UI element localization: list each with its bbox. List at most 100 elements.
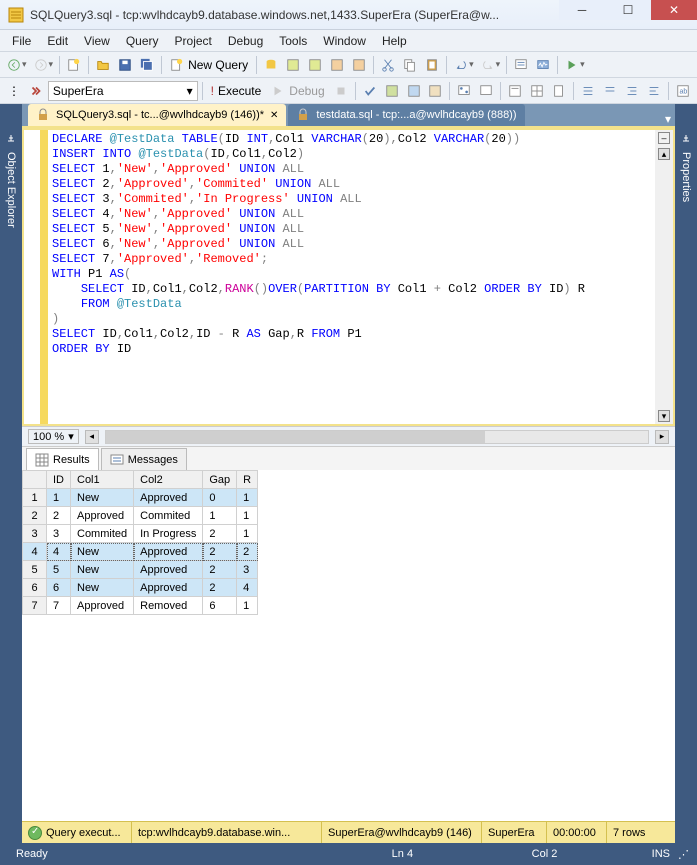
close-button[interactable]: ✕ xyxy=(651,0,697,20)
nav-back-button[interactable] xyxy=(4,55,24,75)
indent-button[interactable] xyxy=(622,81,642,101)
object-explorer-panel[interactable]: Object Explorer xyxy=(0,104,22,843)
pin-icon xyxy=(5,134,17,146)
save-button[interactable] xyxy=(115,55,135,75)
success-icon xyxy=(28,826,42,840)
change-connection-button[interactable] xyxy=(26,81,46,101)
debug-button[interactable]: Debug xyxy=(267,81,328,101)
horizontal-scrollbar[interactable] xyxy=(105,430,649,444)
menu-view[interactable]: View xyxy=(76,32,118,50)
start-button[interactable] xyxy=(562,55,582,75)
svg-text:ab: ab xyxy=(679,88,687,95)
tab-overflow-button[interactable]: ▾ xyxy=(665,112,671,126)
results-text-button[interactable] xyxy=(505,81,525,101)
tab-testdata[interactable]: testdata.sql - tcp:...a@wvlhdcayb9 (888)… xyxy=(288,104,524,126)
as-query-button[interactable] xyxy=(283,55,303,75)
redo-button[interactable] xyxy=(478,55,498,75)
column-header[interactable]: R xyxy=(237,471,258,489)
undo-button[interactable] xyxy=(451,55,471,75)
grid-icon xyxy=(35,453,49,467)
column-header[interactable]: Col2 xyxy=(134,471,203,489)
include-stats-button[interactable] xyxy=(476,81,496,101)
mdx-query-button[interactable] xyxy=(305,55,325,75)
activity-monitor-button[interactable] xyxy=(533,55,553,75)
column-header[interactable]: Col1 xyxy=(71,471,134,489)
menu-edit[interactable]: Edit xyxy=(39,32,76,50)
uncomment-button[interactable] xyxy=(600,81,620,101)
table-row[interactable]: 66NewApproved24 xyxy=(23,579,258,597)
status-server: tcp:wvlhdcayb9.database.win... xyxy=(132,822,322,843)
menu-debug[interactable]: Debug xyxy=(220,32,271,50)
results-grid-button[interactable] xyxy=(527,81,547,101)
dropdown-icon[interactable]: ▾ xyxy=(49,59,56,70)
db-engine-query-button[interactable] xyxy=(261,55,281,75)
cut-button[interactable] xyxy=(378,55,398,75)
table-row[interactable]: 44NewApproved22 xyxy=(23,543,258,561)
grip-icon: ⋮ xyxy=(4,81,24,101)
specify-template-button[interactable]: ab xyxy=(673,81,693,101)
table-row[interactable]: 11NewApproved01 xyxy=(23,489,258,507)
table-row[interactable]: 33CommitedIn Progress21 xyxy=(23,525,258,543)
table-row[interactable]: 77ApprovedRemoved61 xyxy=(23,597,258,615)
execute-button[interactable]: !Execute xyxy=(207,81,266,101)
copy-button[interactable] xyxy=(400,55,420,75)
sql-editor-toolbar: ⋮ SuperEra▾ !Execute Debug ab xyxy=(0,78,697,104)
column-header[interactable]: Gap xyxy=(203,471,237,489)
comment-button[interactable] xyxy=(578,81,598,101)
new-project-button[interactable] xyxy=(64,55,84,75)
paste-button[interactable] xyxy=(422,55,442,75)
status-line: Ln 4 xyxy=(384,848,524,860)
scroll-down-icon[interactable]: ▾ xyxy=(658,410,670,422)
cancel-query-button[interactable] xyxy=(331,81,351,101)
xmla-query-button[interactable] xyxy=(349,55,369,75)
dmx-query-button[interactable] xyxy=(327,55,347,75)
menu-window[interactable]: Window xyxy=(315,32,374,50)
new-query-button[interactable]: New Query xyxy=(166,55,252,75)
query-status-bar: Query execut... tcp:wvlhdcayb9.database.… xyxy=(22,821,675,843)
tab-results[interactable]: Results xyxy=(26,448,99,470)
dropdown-icon[interactable]: ▾ xyxy=(496,59,503,70)
dropdown-icon[interactable]: ▾ xyxy=(22,59,29,70)
menu-query[interactable]: Query xyxy=(118,32,167,50)
menu-help[interactable]: Help xyxy=(374,32,415,50)
dropdown-icon[interactable]: ▾ xyxy=(469,59,476,70)
scroll-up-icon[interactable]: ▴ xyxy=(658,148,670,160)
intellisense-button[interactable] xyxy=(425,81,445,101)
outdent-button[interactable] xyxy=(644,81,664,101)
estimated-plan-button[interactable] xyxy=(382,81,402,101)
editor-text-area[interactable]: DECLARE @TestData TABLE(ID INT,Col1 VARC… xyxy=(48,130,655,424)
resize-grip-icon[interactable]: ⋰ xyxy=(678,848,689,861)
save-all-button[interactable] xyxy=(137,55,157,75)
results-grid[interactable]: IDCol1Col2GapR11NewApproved0122ApprovedC… xyxy=(22,470,675,821)
dropdown-icon[interactable]: ▾ xyxy=(580,59,587,70)
parse-button[interactable] xyxy=(360,81,380,101)
scroll-right-icon[interactable]: ▸ xyxy=(655,430,669,444)
close-icon[interactable]: ✕ xyxy=(270,110,278,121)
column-header[interactable] xyxy=(23,471,47,489)
menu-file[interactable]: File xyxy=(4,32,39,50)
include-plan-button[interactable] xyxy=(454,81,474,101)
properties-panel[interactable]: Properties xyxy=(675,104,697,843)
find-button[interactable] xyxy=(511,55,531,75)
menu-tools[interactable]: Tools xyxy=(271,32,315,50)
scroll-left-icon[interactable]: ◂ xyxy=(85,430,99,444)
maximize-button[interactable]: ☐ xyxy=(605,0,651,20)
open-button[interactable] xyxy=(93,55,113,75)
table-row[interactable]: 22ApprovedCommited11 xyxy=(23,507,258,525)
menu-project[interactable]: Project xyxy=(167,32,220,50)
split-icon[interactable]: – xyxy=(658,132,670,144)
messages-icon xyxy=(110,453,124,467)
minimize-button[interactable]: ─ xyxy=(559,0,605,20)
results-file-button[interactable] xyxy=(549,81,569,101)
column-header[interactable]: ID xyxy=(47,471,71,489)
database-combo[interactable]: SuperEra▾ xyxy=(48,81,198,101)
vertical-scrollbar[interactable]: – ▴ ▾ xyxy=(655,130,673,424)
tab-messages[interactable]: Messages xyxy=(101,448,187,470)
nav-forward-button[interactable] xyxy=(31,55,51,75)
table-row[interactable]: 55NewApproved23 xyxy=(23,561,258,579)
query-options-button[interactable] xyxy=(404,81,424,101)
tab-sqlquery3[interactable]: SQLQuery3.sql - tc...@wvlhdcayb9 (146))*… xyxy=(28,104,286,126)
sql-editor[interactable]: DECLARE @TestData TABLE(ID INT,Col1 VARC… xyxy=(22,126,675,426)
zoom-combo[interactable]: 100 %▾ xyxy=(28,429,79,444)
document-tabs: SQLQuery3.sql - tc...@wvlhdcayb9 (146))*… xyxy=(22,104,675,126)
